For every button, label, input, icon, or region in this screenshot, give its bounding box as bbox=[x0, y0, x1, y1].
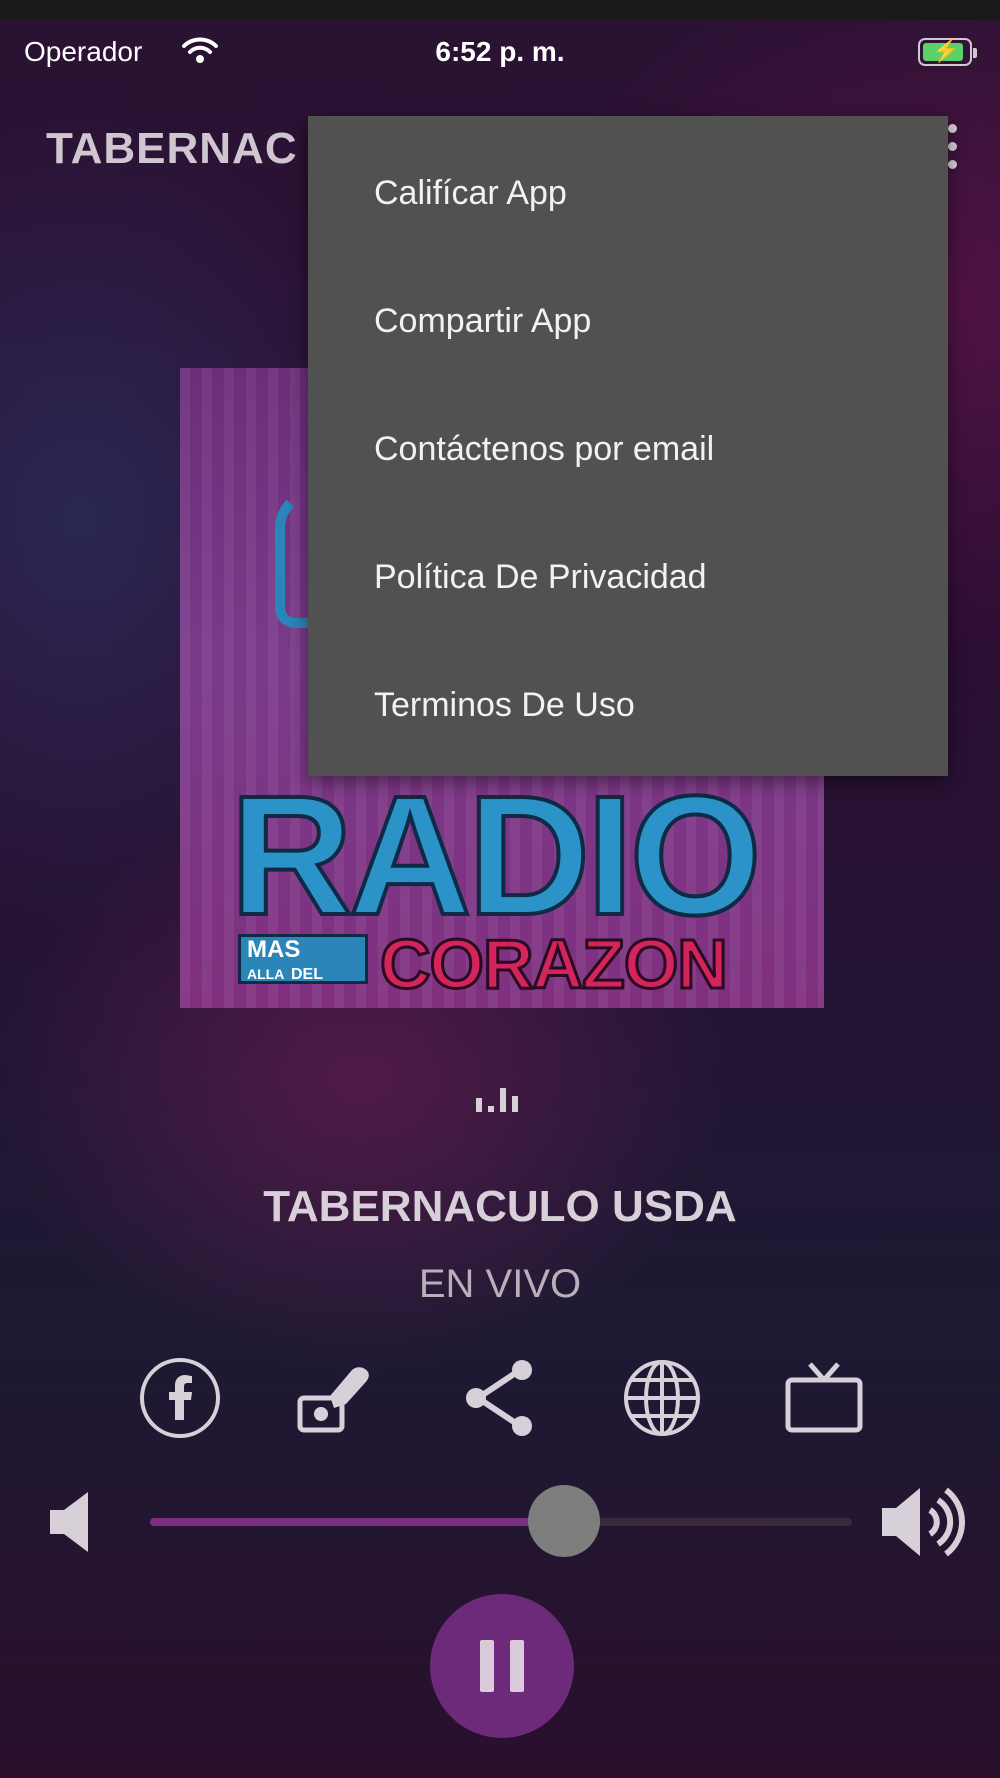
artwork-subtitle: CORAZON bbox=[379, 924, 730, 1005]
clock: 6:52 p. m. bbox=[435, 36, 565, 67]
menu-item-rate-app[interactable]: Califícar App bbox=[374, 174, 567, 213]
battery-icon: ⚡ bbox=[918, 38, 977, 66]
volume-high-icon bbox=[880, 1482, 968, 1567]
artwork-badge-mas: MAS bbox=[247, 936, 301, 963]
volume-slider[interactable] bbox=[150, 1518, 852, 1526]
share-icon[interactable] bbox=[460, 1356, 544, 1440]
artwork-badge-alla: ALLA bbox=[247, 966, 285, 982]
artwork-badge: MAS ALLA DEL bbox=[238, 934, 368, 984]
status-bar: Operador 6:52 p. m. ⚡ bbox=[0, 26, 1000, 78]
menu-item-contact-email[interactable]: Contáctenos por email bbox=[374, 430, 714, 469]
artwork-badge-del: DEL bbox=[291, 966, 323, 983]
pause-icon-bar bbox=[510, 1640, 524, 1692]
app-screen: Operador 6:52 p. m. ⚡ TABERNAC RADIO MAS… bbox=[0, 0, 1000, 1778]
app-title: TABERNAC bbox=[46, 124, 298, 173]
menu-item-share-app[interactable]: Compartir App bbox=[374, 302, 591, 341]
station-name: TABERNACULO USDA bbox=[263, 1182, 737, 1231]
pause-button[interactable] bbox=[430, 1594, 574, 1738]
overflow-menu: Califícar App Compartir App Contáctenos … bbox=[308, 116, 948, 776]
menu-item-terms-of-use[interactable]: Terminos De Uso bbox=[374, 686, 635, 725]
volume-slider-thumb[interactable] bbox=[528, 1485, 601, 1557]
tv-icon[interactable] bbox=[782, 1356, 866, 1440]
globe-icon[interactable] bbox=[620, 1356, 704, 1440]
donate-icon[interactable] bbox=[294, 1356, 378, 1440]
volume-low-icon bbox=[48, 1490, 92, 1559]
volume-slider-fill bbox=[150, 1518, 565, 1526]
menu-item-privacy-policy[interactable]: Política De Privacidad bbox=[374, 558, 707, 597]
pause-icon bbox=[480, 1640, 494, 1692]
live-status: EN VIVO bbox=[418, 1262, 582, 1306]
screen-top-edge bbox=[0, 0, 1000, 20]
facebook-icon[interactable] bbox=[138, 1356, 222, 1440]
